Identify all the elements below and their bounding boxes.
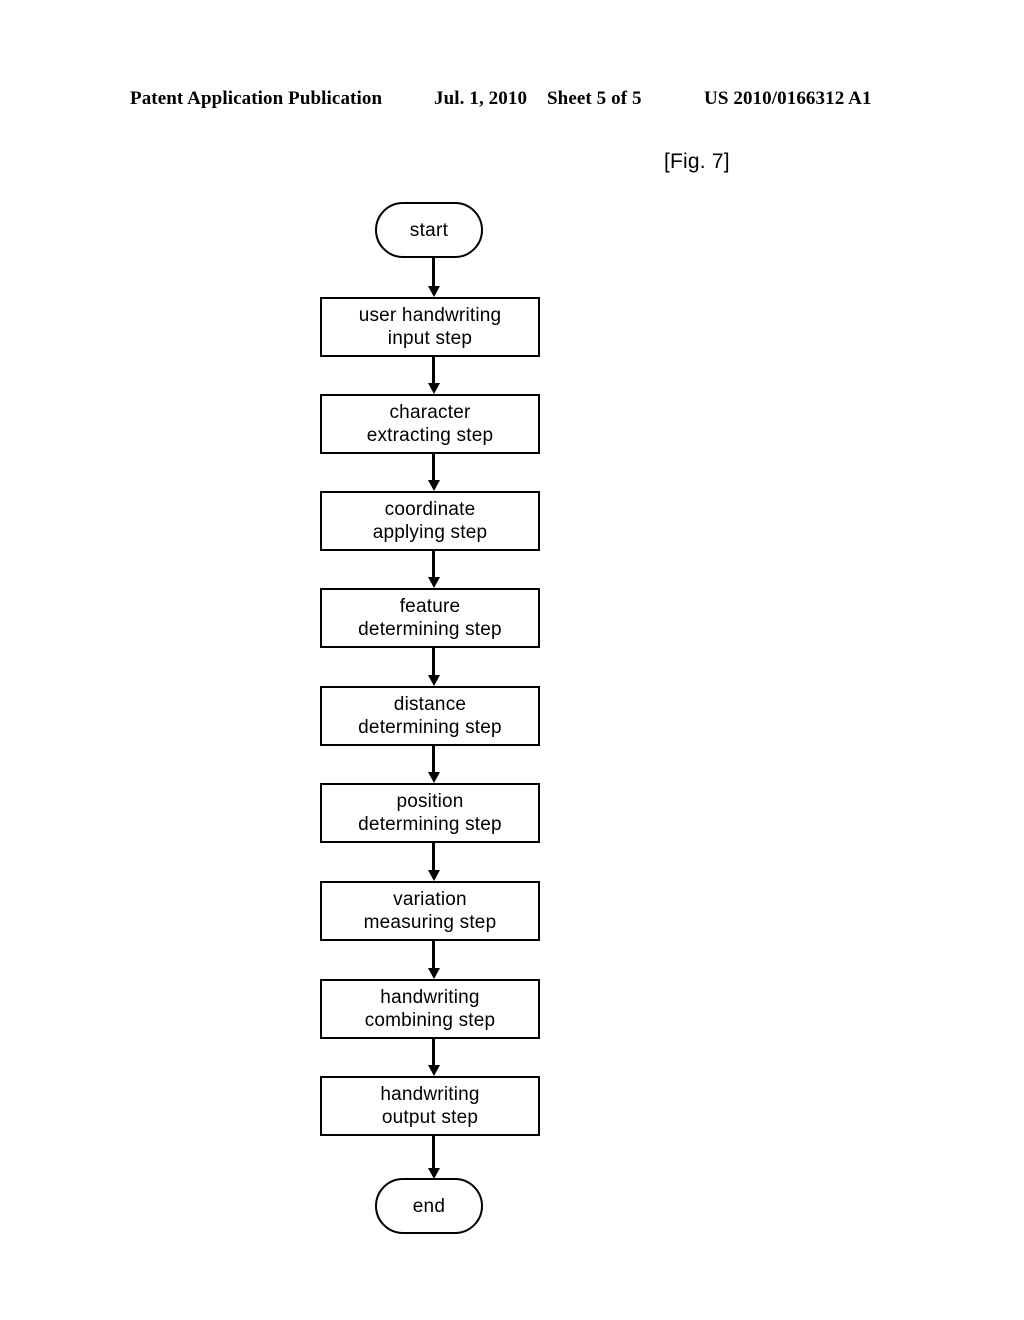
flowchart-step-7-label: variation measuring step <box>363 889 497 933</box>
flowchart-step-5: distance determining step <box>320 686 540 746</box>
connector-shaft <box>432 357 435 383</box>
flowchart-step-9-label: handwriting output step <box>380 1084 480 1128</box>
flowchart-step-8-label: handwriting combining step <box>364 987 496 1031</box>
connector-shaft <box>432 551 435 577</box>
connector-step-9-to-end <box>426 1136 442 1179</box>
connector-shaft <box>432 1039 435 1065</box>
arrowhead-icon <box>427 577 440 588</box>
connector-shaft <box>432 843 435 870</box>
flowchart-step-9: handwriting output step <box>320 1076 540 1136</box>
connector-step-1-to-step-2 <box>426 357 442 394</box>
connector-start-to-step-1 <box>426 258 442 297</box>
connector-step-3-to-step-4 <box>426 551 442 588</box>
connector-shaft <box>432 941 435 968</box>
flowchart-step-3-label: coordinate applying step <box>372 499 488 543</box>
flowchart-start-label: start <box>409 219 449 241</box>
connector-step-7-to-step-8 <box>426 941 442 979</box>
flowchart-step-7: variation measuring step <box>320 881 540 941</box>
arrowhead-icon <box>427 870 440 881</box>
flowchart-step-1-label: user handwriting input step <box>358 305 502 349</box>
flowchart-diagram: start user handwriting input step charac… <box>0 0 1024 1320</box>
arrowhead-icon <box>427 286 440 297</box>
connector-step-5-to-step-6 <box>426 746 442 783</box>
arrowhead-icon <box>427 1065 440 1076</box>
flowchart-step-8: handwriting combining step <box>320 979 540 1039</box>
arrowhead-icon <box>427 383 440 394</box>
arrowhead-icon <box>427 675 440 686</box>
connector-shaft <box>432 1136 435 1168</box>
arrowhead-icon <box>427 968 440 979</box>
flowchart-step-4-label: feature determining step <box>358 596 502 640</box>
arrowhead-icon <box>427 480 440 491</box>
connector-step-8-to-step-9 <box>426 1039 442 1076</box>
flowchart-start-node: start <box>375 202 483 258</box>
connector-shaft <box>432 746 435 772</box>
connector-step-4-to-step-5 <box>426 648 442 686</box>
flowchart-step-6-label: position determining step <box>358 791 502 835</box>
flowchart-step-6: position determining step <box>320 783 540 843</box>
flowchart-step-1: user handwriting input step <box>320 297 540 357</box>
connector-shaft <box>432 648 435 675</box>
flowchart-end-node: end <box>375 1178 483 1234</box>
flowchart-step-2-label: character extracting step <box>366 402 494 446</box>
arrowhead-icon <box>427 772 440 783</box>
flowchart-step-2: character extracting step <box>320 394 540 454</box>
connector-step-2-to-step-3 <box>426 454 442 491</box>
connector-shaft <box>432 258 435 286</box>
flowchart-end-label: end <box>412 1195 446 1217</box>
connector-step-6-to-step-7 <box>426 843 442 881</box>
flowchart-step-5-label: distance determining step <box>358 694 502 738</box>
flowchart-step-4: feature determining step <box>320 588 540 648</box>
connector-shaft <box>432 454 435 480</box>
flowchart-step-3: coordinate applying step <box>320 491 540 551</box>
